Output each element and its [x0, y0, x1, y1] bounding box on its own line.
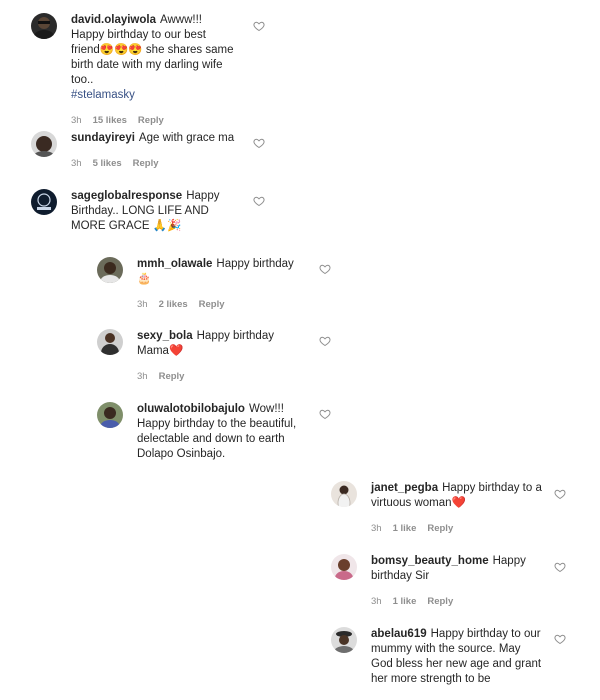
- comment-content: oluwalotobilobajulo Wow!!! Happy birthday…: [137, 402, 307, 462]
- reply-button[interactable]: Reply: [138, 113, 164, 128]
- comment-content: mmh_olawale Happy birthday 🎂 3h 2 likes R…: [137, 257, 307, 312]
- heart-outline-icon[interactable]: [253, 195, 265, 207]
- comment-likes[interactable]: 1 like: [393, 594, 417, 609]
- comment-username[interactable]: sundayireyi: [71, 132, 135, 144]
- comment-text: sageglobalresponse Happy Birthday.. LONG …: [71, 189, 246, 234]
- reply-item: abelau619 Happy birthday to our mummy wit…: [331, 627, 543, 687]
- reply-button[interactable]: Reply: [427, 594, 453, 609]
- comment-text: sexy_bola Happy birthday Mama❤️: [137, 329, 307, 359]
- avatar[interactable]: [97, 402, 123, 428]
- reply-item: bomsy_beauty_home Happy birthday Sir 3h 1…: [331, 554, 543, 609]
- comment-time: 3h: [137, 299, 148, 310]
- comment-text: david.olayiwola Awww!!! Happy birthday to…: [71, 13, 236, 103]
- comment-item: sageglobalresponse Happy Birthday.. LONG …: [31, 189, 246, 234]
- heart-outline-icon[interactable]: [554, 561, 566, 573]
- comment-username[interactable]: sexy_bola: [137, 330, 193, 342]
- comment-time: 3h: [371, 523, 382, 534]
- comment-item: david.olayiwola Awww!!! Happy birthday to…: [31, 13, 236, 128]
- comment-time: 3h: [137, 371, 148, 382]
- reply-button[interactable]: Reply: [199, 297, 225, 312]
- comment-likes[interactable]: 2 likes: [159, 297, 188, 312]
- comment-likes[interactable]: 1 like: [393, 521, 417, 536]
- comment-text: oluwalotobilobajulo Wow!!! Happy birthday…: [137, 402, 307, 462]
- comment-content: sexy_bola Happy birthday Mama❤️ 3h Reply: [137, 329, 307, 384]
- reply-item: sexy_bola Happy birthday Mama❤️ 3h Reply: [97, 329, 307, 384]
- comment-meta: 3h Reply: [137, 369, 307, 384]
- comment-time: 3h: [71, 115, 82, 126]
- comment-username[interactable]: abelau619: [371, 628, 427, 640]
- comment-content: janet_pegba Happy birthday to a virtuous …: [371, 481, 543, 536]
- avatar[interactable]: [331, 481, 357, 507]
- comment-likes[interactable]: 5 likes: [93, 156, 122, 171]
- comment-content: sageglobalresponse Happy Birthday.. LONG …: [71, 189, 246, 234]
- reply-item: janet_pegba Happy birthday to a virtuous …: [331, 481, 543, 536]
- avatar[interactable]: [97, 329, 123, 355]
- comment-item: sundayireyi Age with grace ma 3h 5 likes …: [31, 131, 241, 171]
- reply-button[interactable]: Reply: [159, 369, 185, 384]
- reply-button[interactable]: Reply: [427, 521, 453, 536]
- comment-time: 3h: [371, 596, 382, 607]
- heart-outline-icon[interactable]: [554, 488, 566, 500]
- comment-meta: 3h 1 like Reply: [371, 594, 543, 609]
- comment-username[interactable]: oluwalotobilobajulo: [137, 403, 245, 415]
- comment-time: 3h: [71, 158, 82, 169]
- heart-outline-icon[interactable]: [319, 408, 331, 420]
- comment-text: abelau619 Happy birthday to our mummy wit…: [371, 627, 543, 687]
- reply-item: mmh_olawale Happy birthday 🎂 3h 2 likes R…: [97, 257, 307, 312]
- comment-content: abelau619 Happy birthday to our mummy wit…: [371, 627, 543, 687]
- heart-outline-icon[interactable]: [319, 335, 331, 347]
- comment-text: sundayireyi Age with grace ma: [71, 131, 241, 146]
- comment-username[interactable]: david.olayiwola: [71, 14, 156, 26]
- comment-username[interactable]: sageglobalresponse: [71, 190, 182, 202]
- comment-text: mmh_olawale Happy birthday 🎂: [137, 257, 307, 287]
- comment-text: bomsy_beauty_home Happy birthday Sir: [371, 554, 543, 584]
- reply-button[interactable]: Reply: [133, 156, 159, 171]
- comment-username[interactable]: bomsy_beauty_home: [371, 555, 489, 567]
- comment-meta: 3h 2 likes Reply: [137, 297, 307, 312]
- avatar[interactable]: [31, 189, 57, 215]
- comment-content: sundayireyi Age with grace ma 3h 5 likes …: [71, 131, 241, 171]
- comment-content: bomsy_beauty_home Happy birthday Sir 3h 1…: [371, 554, 543, 609]
- comment-meta: 3h 5 likes Reply: [71, 156, 241, 171]
- comment-meta: 3h 1 like Reply: [371, 521, 543, 536]
- avatar[interactable]: [31, 131, 57, 157]
- comment-username[interactable]: mmh_olawale: [137, 258, 212, 270]
- hashtag-link[interactable]: #stelamasky: [71, 88, 236, 103]
- heart-outline-icon[interactable]: [253, 20, 265, 32]
- heart-outline-icon[interactable]: [319, 263, 331, 275]
- avatar[interactable]: [97, 257, 123, 283]
- comment-likes[interactable]: 15 likes: [93, 113, 127, 128]
- avatar[interactable]: [31, 13, 57, 39]
- comment-content: david.olayiwola Awww!!! Happy birthday to…: [71, 13, 236, 128]
- heart-outline-icon[interactable]: [554, 633, 566, 645]
- avatar[interactable]: [331, 554, 357, 580]
- reply-item: oluwalotobilobajulo Wow!!! Happy birthday…: [97, 402, 307, 462]
- comment-meta: 3h 15 likes Reply: [71, 113, 236, 128]
- heart-outline-icon[interactable]: [253, 137, 265, 149]
- comment-username[interactable]: janet_pegba: [371, 482, 438, 494]
- comment-text: janet_pegba Happy birthday to a virtuous …: [371, 481, 543, 511]
- avatar[interactable]: [331, 627, 357, 653]
- comment-body: Age with grace ma: [138, 132, 235, 144]
